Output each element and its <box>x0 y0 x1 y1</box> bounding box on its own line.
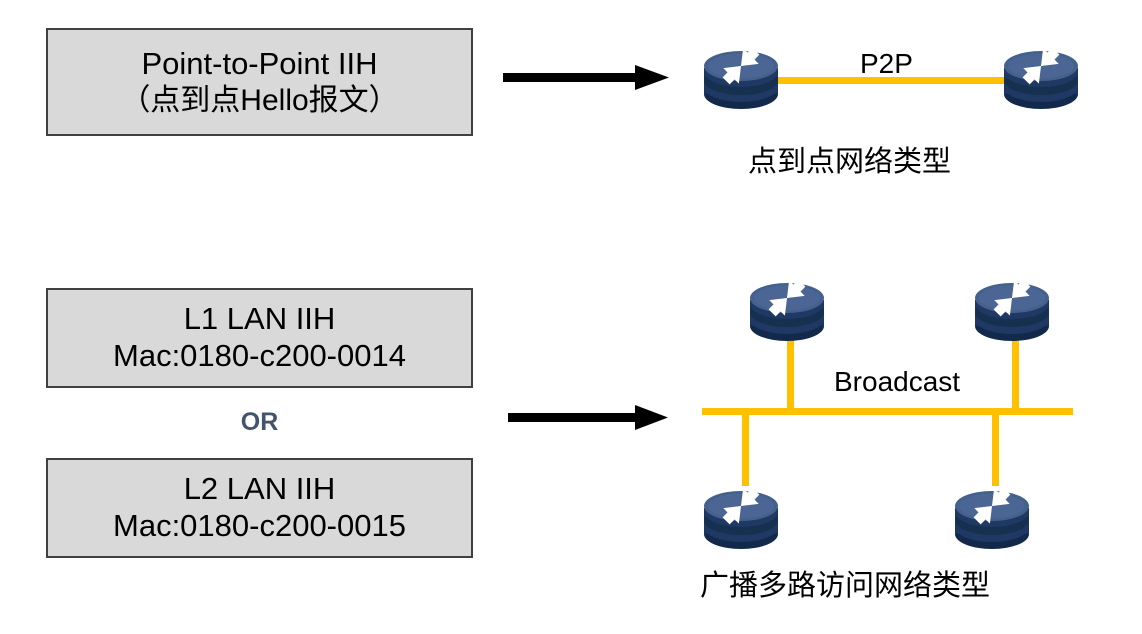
point-to-point-iih-box: Point-to-Point IIH （点到点Hello报文） <box>46 28 473 136</box>
box-line-title: L1 LAN IIH <box>183 301 336 337</box>
router-drop-line <box>742 408 749 486</box>
box-line-chinese: （点到点Hello报文） <box>120 83 399 117</box>
right-arrow-icon <box>503 65 669 90</box>
right-arrow-icon <box>508 405 668 430</box>
box-line-mac: Mac:0180-c200-0014 <box>113 338 406 373</box>
l2-lan-iih-box: L2 LAN IIH Mac:0180-c200-0015 <box>46 458 473 558</box>
router-icon <box>1004 47 1078 109</box>
router-drop-line <box>1012 335 1019 411</box>
l1-lan-iih-box: L1 LAN IIH Mac:0180-c200-0014 <box>46 288 473 388</box>
router-icon <box>975 279 1049 341</box>
box-line-english: Point-to-Point IIH <box>141 46 378 82</box>
box-line-title: L2 LAN IIH <box>183 471 336 507</box>
router-drop-line <box>992 408 999 486</box>
router-drop-line <box>787 335 794 411</box>
router-icon <box>704 487 778 549</box>
box-line-mac: Mac:0180-c200-0015 <box>113 508 406 543</box>
router-icon <box>955 487 1029 549</box>
or-separator-label: OR <box>240 408 279 436</box>
router-icon <box>704 47 778 109</box>
p2p-network-caption: 点到点网络类型 <box>748 144 952 178</box>
broadcast-link-label: Broadcast <box>834 366 961 397</box>
router-icon <box>750 279 824 341</box>
broadcast-network-caption: 广播多路访问网络类型 <box>700 568 991 602</box>
p2p-link-label: P2P <box>860 48 913 79</box>
